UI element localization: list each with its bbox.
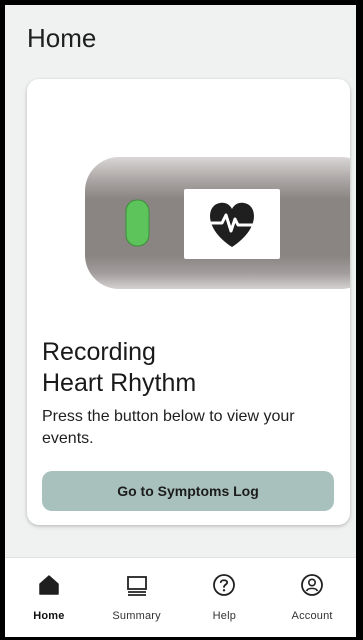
app-screen: Home Recording Heart Rhythm Press the bu… bbox=[5, 5, 356, 637]
nav-label-account: Account bbox=[291, 610, 333, 622]
nav-item-account[interactable]: Account bbox=[268, 558, 356, 637]
heart-pulse-icon bbox=[209, 202, 255, 247]
recording-heading: Recording Heart Rhythm bbox=[42, 337, 337, 399]
status-card: Recording Heart Rhythm Press the button … bbox=[27, 79, 350, 525]
page-title: Home bbox=[27, 23, 97, 53]
nav-label-summary: Summary bbox=[112, 610, 161, 622]
nav-item-help[interactable]: Help bbox=[181, 558, 269, 637]
go-to-symptoms-log-button[interactable]: Go to Symptoms Log bbox=[42, 471, 334, 511]
home-icon bbox=[39, 575, 59, 595]
card-description: Press the button below to view your even… bbox=[42, 408, 295, 447]
nav-item-home[interactable]: Home bbox=[5, 558, 93, 637]
account-icon bbox=[301, 574, 324, 596]
monitor-icon bbox=[126, 576, 147, 596]
nav-label-help: Help bbox=[212, 610, 237, 622]
nav-item-summary[interactable]: Summary bbox=[93, 558, 181, 637]
heading-line-2: Heart Rhythm bbox=[42, 369, 197, 397]
heading-line-1: Recording bbox=[42, 338, 156, 366]
device-screen bbox=[184, 189, 280, 259]
nav-label-home: Home bbox=[33, 610, 65, 622]
help-icon bbox=[213, 574, 236, 596]
bottom-nav: Home Summary Help Account bbox=[5, 557, 356, 637]
